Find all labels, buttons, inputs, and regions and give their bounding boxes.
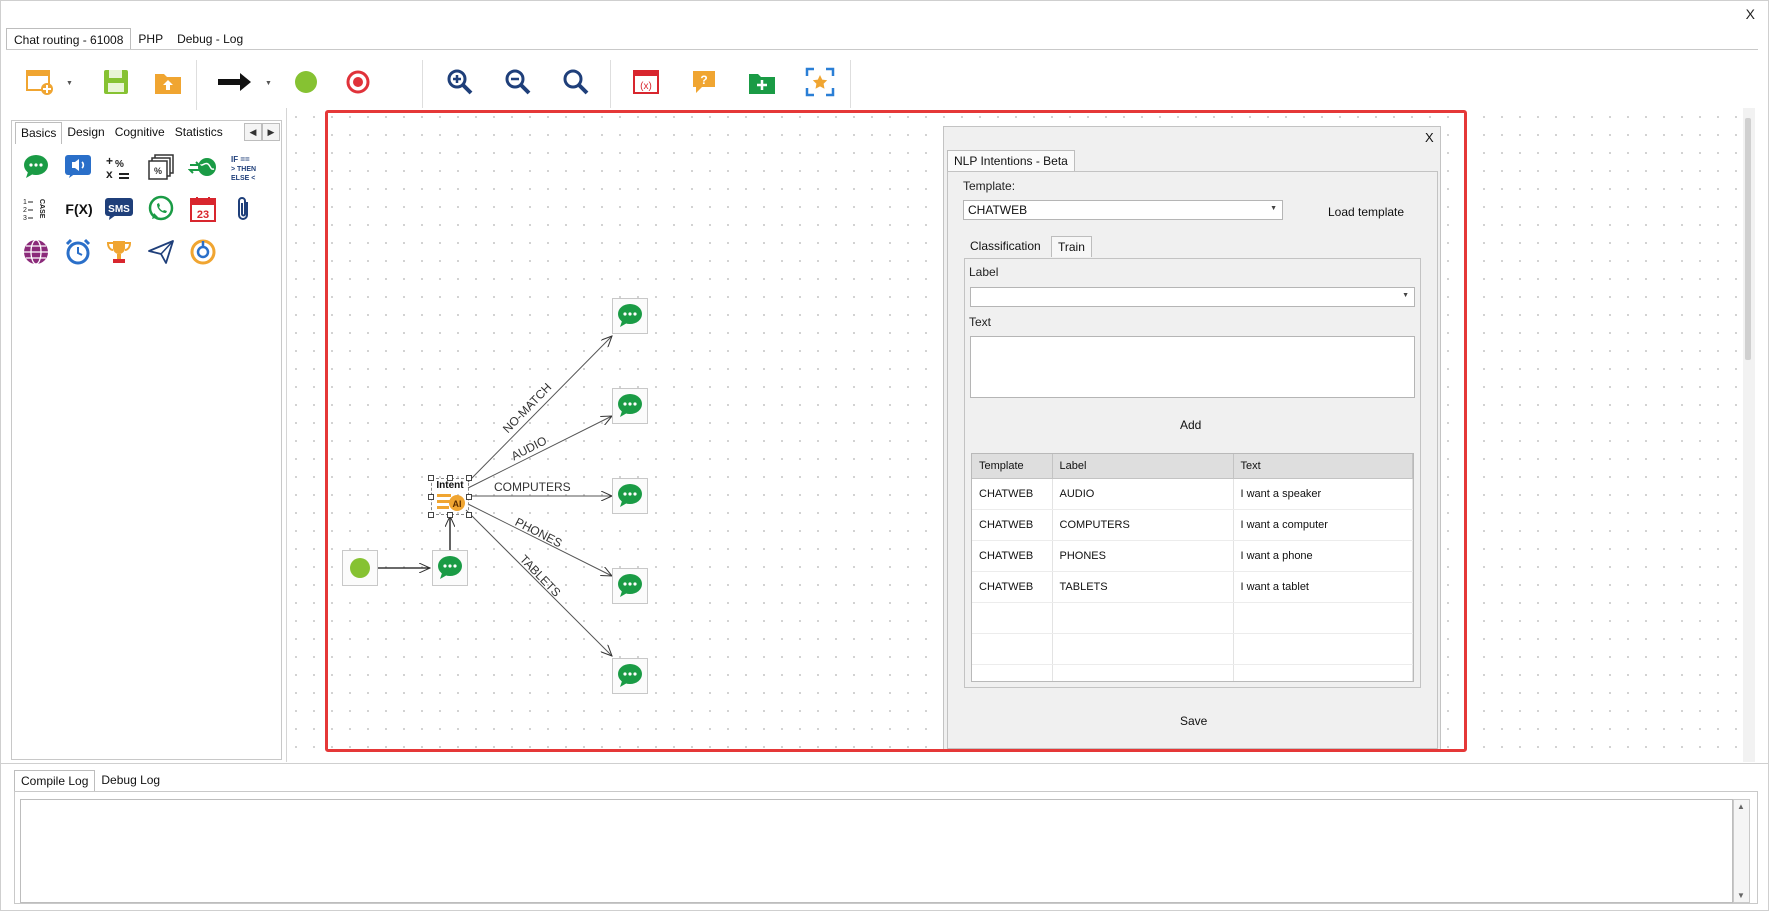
splitter[interactable] <box>0 763 1769 764</box>
toolbar-separator <box>850 60 851 110</box>
training-data-table: Template Label Text CHATWEB AUDIO I want… <box>971 453 1414 682</box>
resize-handle[interactable] <box>466 512 472 518</box>
table-row[interactable]: CHATWEB TABLETS I want a tablet <box>972 571 1413 603</box>
chat-node-tablets[interactable] <box>612 658 648 694</box>
cell-label: PHONES <box>1052 540 1234 572</box>
resize-handle[interactable] <box>428 494 434 500</box>
tab-debug-log-panel[interactable]: Debug Log <box>95 770 166 792</box>
edge-label-computers: COMPUTERS <box>494 480 571 494</box>
resize-handle[interactable] <box>466 475 472 481</box>
intent-node-label: Intent <box>436 480 464 491</box>
cell-template: CHATWEB <box>972 509 1053 541</box>
compile-log-output[interactable] <box>20 799 1733 903</box>
chat-message-icon <box>618 304 642 327</box>
save-button[interactable]: Save <box>1180 714 1207 728</box>
cell-text: I want a speaker <box>1233 478 1413 510</box>
dialog-close-button[interactable]: X <box>1425 130 1434 145</box>
scroll-down-icon[interactable]: ▼ <box>1737 891 1745 900</box>
tab-compile-log[interactable]: Compile Log <box>14 770 96 792</box>
log-tabs: Compile Log Debug Log <box>14 770 166 792</box>
cell-label: TABLETS <box>1052 571 1234 603</box>
start-node[interactable] <box>342 550 378 586</box>
chat-message-icon <box>618 664 642 687</box>
cell-text: I want a phone <box>1233 540 1413 572</box>
label-select[interactable]: ▼ <box>970 287 1415 307</box>
template-label: Template: <box>963 179 1016 193</box>
chat-node-computers[interactable] <box>612 478 648 514</box>
chat-node[interactable] <box>432 550 468 586</box>
window-close-button[interactable]: X <box>1746 6 1755 22</box>
add-folder-icon[interactable] <box>746 66 778 98</box>
table-row-empty[interactable] <box>972 602 1413 634</box>
connector-no-match[interactable] <box>467 336 612 483</box>
chevron-down-icon: ▼ <box>1402 292 1409 299</box>
template-select[interactable]: CHATWEB ▼ <box>963 200 1283 220</box>
cell-label: COMPUTERS <box>1052 509 1234 541</box>
table-row[interactable]: CHATWEB AUDIO I want a speaker <box>972 478 1413 510</box>
fit-screen-icon[interactable] <box>804 66 836 98</box>
text-input[interactable] <box>970 336 1415 398</box>
chat-node-no-match[interactable] <box>612 298 648 334</box>
table-row-empty[interactable] <box>972 664 1413 681</box>
flow-connectors <box>378 0 700 760</box>
cell-template: CHATWEB <box>972 478 1053 510</box>
add-button[interactable]: Add <box>1180 418 1201 432</box>
cell-text: I want a computer <box>1233 509 1413 541</box>
template-select-value: CHATWEB <box>968 203 1028 217</box>
cell-template: CHATWEB <box>972 571 1053 603</box>
cell-label: AUDIO <box>1052 478 1234 510</box>
table-row-empty[interactable] <box>972 633 1413 665</box>
ai-intent-icon: AI <box>437 494 465 511</box>
text-field-label: Text <box>969 315 992 329</box>
cell-text: I want a tablet <box>1233 571 1413 603</box>
chat-message-icon <box>618 394 642 417</box>
chat-node-audio[interactable] <box>612 388 648 424</box>
help-glyph: ? <box>700 73 707 87</box>
column-header-template[interactable]: Template <box>972 454 1053 479</box>
table-header-row: Template Label Text <box>972 454 1413 479</box>
column-header-label[interactable]: Label <box>1052 454 1234 479</box>
tab-classification[interactable]: Classification <box>964 236 1047 256</box>
table-row[interactable]: CHATWEB PHONES I want a phone <box>972 540 1413 572</box>
chat-message-icon <box>618 574 642 597</box>
log-vertical-scrollbar[interactable]: ▲ ▼ <box>1733 799 1750 903</box>
ai-badge: AI <box>453 499 462 509</box>
load-template-button[interactable]: Load template <box>1328 205 1404 219</box>
resize-handle[interactable] <box>428 512 434 518</box>
connector-audio[interactable] <box>467 416 612 489</box>
resize-handle[interactable] <box>466 494 472 500</box>
chevron-down-icon: ▼ <box>1270 205 1277 212</box>
chat-message-icon <box>618 484 642 507</box>
dialog-tab-nlp-intentions[interactable]: NLP Intentions - Beta <box>947 150 1075 171</box>
tab-train[interactable]: Train <box>1051 236 1092 257</box>
column-header-text[interactable]: Text <box>1233 454 1413 479</box>
resize-handle[interactable] <box>428 475 434 481</box>
cell-template: CHATWEB <box>972 540 1053 572</box>
canvas-scroll-thumb[interactable] <box>1745 118 1751 360</box>
chat-message-icon <box>438 556 462 579</box>
table-row[interactable]: CHATWEB COMPUTERS I want a computer <box>972 509 1413 541</box>
resize-handle[interactable] <box>447 475 453 481</box>
scroll-up-icon[interactable]: ▲ <box>1737 802 1745 811</box>
label-field-label: Label <box>969 265 999 279</box>
chat-node-phones[interactable] <box>612 568 648 604</box>
intent-node[interactable]: Intent AI <box>431 478 469 515</box>
resize-handle[interactable] <box>447 512 453 518</box>
